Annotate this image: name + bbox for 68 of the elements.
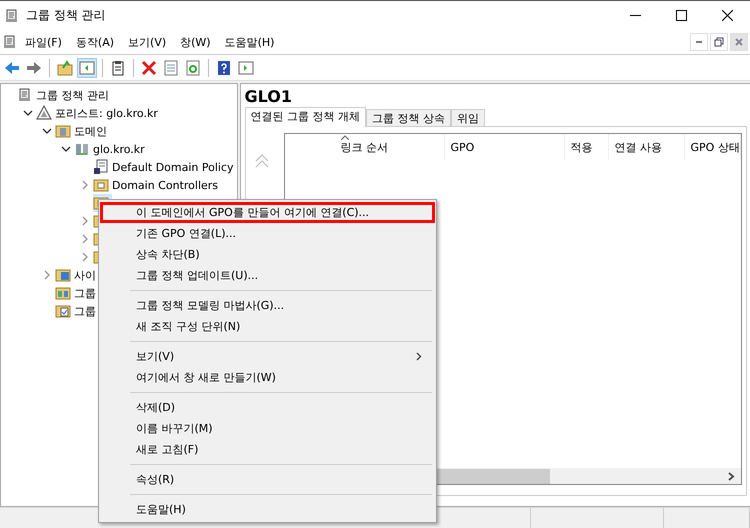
folder-icon: [93, 177, 109, 193]
tab[interactable]: 위임: [451, 109, 486, 127]
collapsed-chevron-icon[interactable]: [81, 216, 89, 226]
app-icon: [4, 8, 20, 24]
menu-item[interactable]: 도움말(H): [218, 34, 282, 50]
collapsed-chevron-icon[interactable]: [43, 270, 51, 280]
minimize-button[interactable]: [690, 33, 708, 51]
context-menu-item[interactable]: 그룹 정책 업데이트(U)...: [100, 265, 435, 286]
tree-node[interactable]: Default Domain Policy: [93, 158, 237, 176]
menu-item[interactable]: 파일(F): [18, 34, 69, 50]
tree-node[interactable]: 사이: [55, 266, 99, 284]
context-menu-item[interactable]: 도움말(H): [100, 499, 435, 520]
close-icon: [735, 38, 743, 46]
tree-node[interactable]: 그룹: [55, 284, 99, 302]
context-menu-item[interactable]: 상속 차단(B): [100, 244, 435, 265]
window-title: 그룹 정책 관리: [26, 7, 106, 24]
console-tree-icon[interactable]: [77, 58, 97, 78]
restore-icon: [714, 37, 724, 47]
menu-item[interactable]: 창(W): [173, 34, 218, 50]
column-header[interactable]: 연결 사용: [614, 140, 662, 154]
column-header[interactable]: 링크 순서: [340, 140, 388, 154]
tree-node[interactable]: 그룹: [55, 302, 99, 320]
tree-node[interactable]: 도메인: [55, 122, 110, 140]
menu-item[interactable]: 동작(A): [68, 34, 122, 50]
context-menu-item[interactable]: 보기(V): [100, 346, 435, 367]
scroll-right-icon[interactable]: [726, 472, 735, 480]
document-icon: [93, 159, 109, 175]
restore-button[interactable]: [710, 33, 728, 51]
context-menu-item[interactable]: 이 도메인에서 GPO를 만들어 여기에 연결(C)...: [100, 202, 435, 223]
context-menu-item[interactable]: 이름 바꾸기(M): [100, 418, 435, 439]
tab[interactable]: 그룹 정책 상속: [366, 109, 452, 127]
minimize-icon: [696, 41, 702, 43]
expanded-chevron-icon[interactable]: [61, 145, 71, 153]
app-menu-icon[interactable]: [2, 34, 18, 50]
context-menu-item[interactable]: 속성(R): [100, 469, 435, 490]
context-menu-item[interactable]: 새 조직 구성 단위(N): [100, 316, 435, 337]
context-menu-item[interactable]: 새로 고침(F): [100, 439, 435, 460]
pane-title: GLO1: [244, 87, 294, 107]
tab[interactable]: 연결된 그룹 정책 개체: [244, 107, 366, 127]
tree-node[interactable]: glo.kro.kr: [74, 140, 148, 158]
folder-icon: [55, 267, 71, 283]
collapsed-chevron-icon[interactable]: [81, 234, 89, 244]
close-icon: [722, 10, 732, 21]
tree-node[interactable]: 그룹 정책 관리: [17, 86, 112, 104]
tree-node[interactable]: Domain Controllers: [93, 176, 222, 194]
sort-ascending-icon: [340, 135, 349, 140]
triangle-icon: [36, 105, 52, 121]
column-header[interactable]: GPO 상태: [690, 140, 740, 154]
context-menu-item[interactable]: 기존 GPO 연결(L)...: [100, 223, 435, 244]
context-menu-item[interactable]: 여기에서 창 새로 만들기(W): [100, 367, 435, 388]
collapsed-chevron-icon[interactable]: [81, 180, 89, 190]
context-menu-item[interactable]: 삭제(D): [100, 397, 435, 418]
menu-item[interactable]: 보기(V): [121, 34, 174, 50]
folder-icon: [55, 123, 71, 139]
context-menu-item[interactable]: 그룹 정책 모델링 마법사(G)...: [100, 295, 435, 316]
collapsed-chevron-icon[interactable]: [81, 252, 89, 262]
expanded-chevron-icon[interactable]: [42, 127, 52, 135]
maximize-icon: [676, 10, 686, 21]
expanded-chevron-icon[interactable]: [23, 109, 33, 117]
tree-node[interactable]: 포리스트: glo.kro.kr: [36, 104, 161, 122]
scroll-icon: [17, 87, 33, 103]
column-header[interactable]: GPO: [450, 140, 474, 154]
folder-up-icon[interactable]: [55, 58, 75, 78]
folder-icon: [55, 303, 71, 319]
folder-icon: [55, 285, 71, 301]
server-icon: [74, 141, 90, 157]
minimize-icon: [630, 14, 640, 16]
column-header[interactable]: 적용: [570, 140, 593, 154]
